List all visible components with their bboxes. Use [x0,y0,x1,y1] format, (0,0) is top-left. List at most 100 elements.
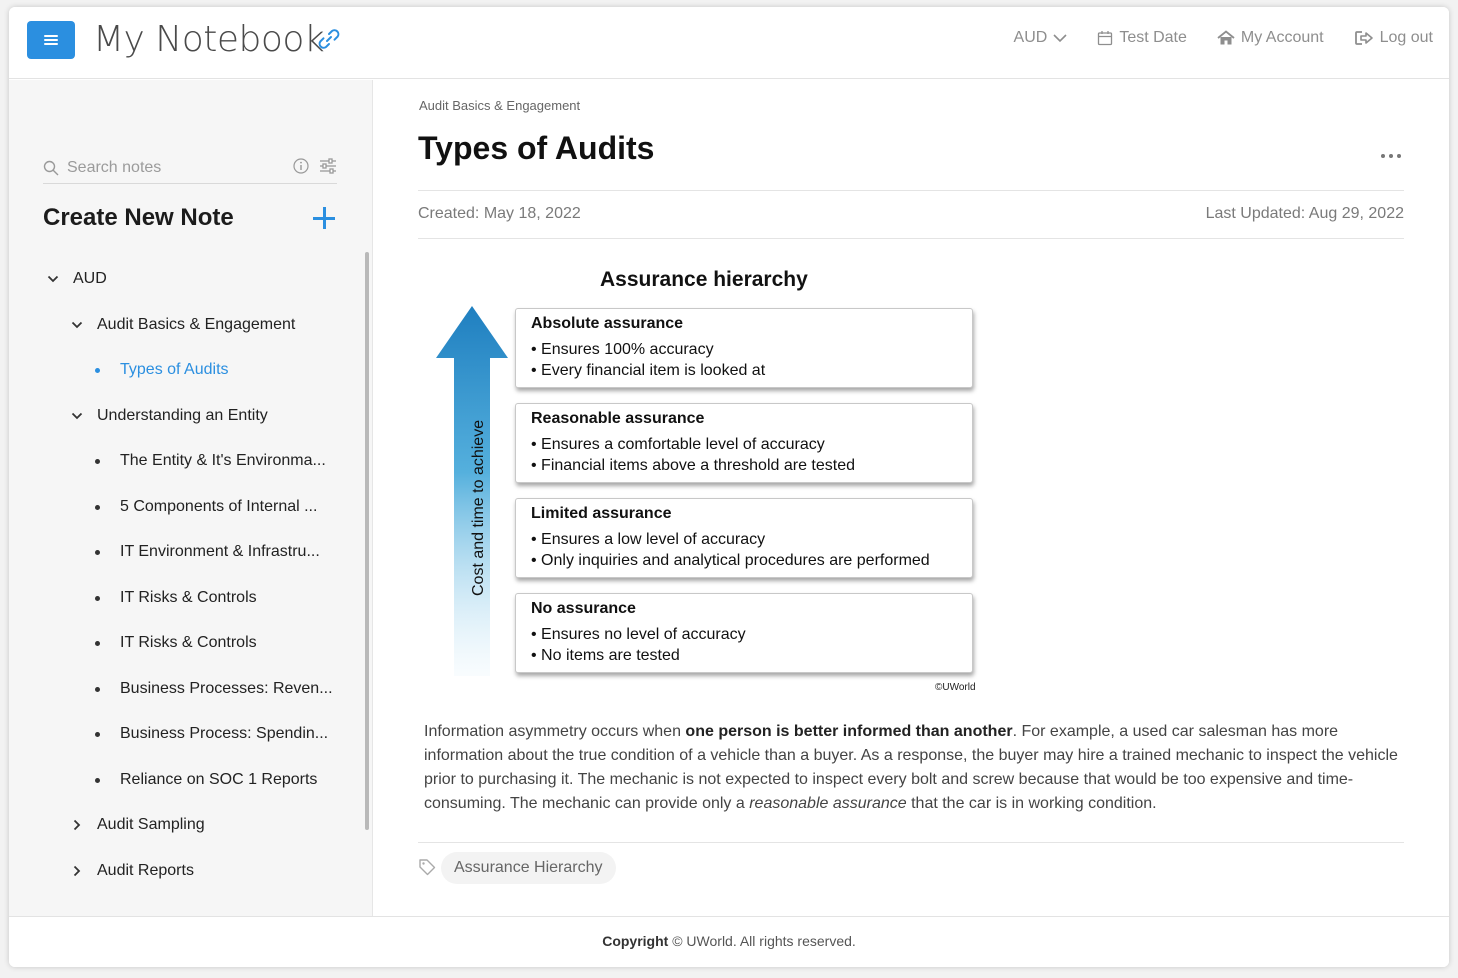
app-window: My Notebook AUD Test Date My Account Log… [9,7,1449,967]
box-title: Limited assurance [531,505,672,522]
assurance-box-none: No assurance • Ensures no level of accur… [515,593,973,673]
chevron-down-icon[interactable] [71,410,83,422]
tree-item[interactable]: IT Environment & Infrastru... [95,537,320,567]
filter-sliders-icon[interactable] [319,158,337,174]
tree-item-label: IT Risks & Controls [120,634,257,651]
chevron-right-icon[interactable] [71,819,83,831]
tree-item-label: 5 Components of Internal ... [120,498,318,515]
sidebar-scrollbar[interactable] [365,252,369,830]
tree-item[interactable]: Audit Reports [71,856,194,886]
create-note-plus-icon[interactable] [311,205,337,231]
tree-item[interactable]: The Entity & It's Environma... [95,446,326,476]
logout-icon [1354,31,1373,45]
box-title: Absolute assurance [531,315,684,332]
chevron-down-icon[interactable] [47,273,59,285]
home-icon [1217,30,1235,45]
chevron-down-icon [1053,34,1067,43]
tag-icon [419,859,436,876]
bullet-icon [95,686,100,692]
box-line: • No items are tested [531,647,680,664]
create-note-label: Create New Note [43,204,234,231]
last-updated-date: Last Updated: Aug 29, 2022 [1205,205,1404,222]
tree-item-label: Business Processes: Reven... [120,680,333,697]
bullet-icon [95,367,100,373]
box-line: • Financial items above a threshold are … [531,457,855,474]
section-dropdown-label: AUD [1013,29,1048,46]
search-input[interactable] [67,158,277,177]
bullet-icon [95,731,100,737]
header-nav: AUD Test Date My Account Log out [1014,29,1433,47]
logout-link[interactable]: Log out [1354,29,1433,47]
hamburger-icon [44,35,58,45]
body-text-1: Information asymmetry occurs when [424,723,686,740]
bullet-icon [95,777,100,783]
sidebar: Create New Note AUD Audit Basics & Engage… [9,80,373,916]
divider [418,238,1404,239]
tree-item[interactable]: Audit Basics & Engagement [71,310,295,340]
bullet-icon [95,595,100,601]
chevron-right-icon[interactable] [71,865,83,877]
breadcrumb[interactable]: Audit Basics & Engagement [419,98,580,113]
tree-item[interactable]: 5 Components of Internal ... [95,492,317,522]
box-line: • Every financial item is looked at [531,362,766,379]
logout-label: Log out [1379,29,1433,46]
section-dropdown[interactable]: AUD [1014,29,1068,47]
assurance-box-limited: Limited assurance • Ensures a low level … [515,498,973,578]
top-header: My Notebook AUD Test Date My Account Log… [9,7,1449,79]
note-body: Information asymmetry occurs when one pe… [424,720,1404,816]
bullet-icon [95,504,100,510]
tree-item[interactable]: Business Process: Spendin... [95,719,328,749]
body-italic-text: reasonable assurance [749,795,907,812]
assurance-diagram: Assurance hierarchy Cost and time to ach… [418,250,1038,700]
chevron-down-icon[interactable] [71,319,83,331]
test-date-label: Test Date [1119,29,1187,46]
box-line: • Ensures a comfortable level of accurac… [531,436,825,453]
note-panel: Audit Basics & Engagement Types of Audit… [373,80,1449,916]
tree-item-label: The Entity & It's Environma... [120,452,326,469]
create-note-row: Create New Note [43,204,337,232]
footer-copyright-bold: Copyright [602,933,669,949]
box-line: • Ensures a low level of accuracy [531,531,766,548]
my-account-label: My Account [1240,29,1324,46]
calendar-icon [1098,31,1113,46]
link-icon[interactable] [315,25,343,53]
diagram-copyright: ©UWorld [935,682,976,693]
tree-item[interactable]: Understanding an Entity [71,401,268,431]
tree-item[interactable]: Audit Sampling [71,810,205,840]
search-bar [43,152,337,184]
bullet-icon [95,640,100,646]
menu-toggle-button[interactable] [27,21,75,59]
tree-item[interactable]: Types of Audits [95,355,229,385]
footer-copyright-text: © UWorld. All rights reserved. [668,933,856,949]
divider [418,842,1404,843]
my-account-link[interactable]: My Account [1217,29,1324,47]
tree-item[interactable]: IT Risks & Controls [95,583,257,613]
tree-item[interactable]: Business Processes: Reven... [95,674,333,704]
box-line: • Only inquiries and analytical procedur… [531,552,930,569]
tree-item-label: Audit Sampling [97,816,205,833]
tag-chip[interactable]: Assurance Hierarchy [441,852,616,884]
tree-item-label: Audit Basics & Engagement [97,316,296,333]
body-text-3: that the car is in working condition. [906,795,1157,812]
assurance-box-reasonable: Reasonable assurance • Ensures a comfort… [515,403,973,483]
tree-item-label: IT Environment & Infrastru... [120,543,320,560]
tree-item-label: Audit Reports [97,862,194,879]
box-title: No assurance [531,600,636,617]
info-icon[interactable] [293,158,309,174]
tree-item-label: IT Risks & Controls [120,589,257,606]
tree-item[interactable]: Reliance on SOC 1 Reports [95,765,317,795]
app-title: My Notebook [93,19,325,60]
tree-item-label: Types of Audits [120,361,229,378]
divider [418,190,1404,191]
box-line: • Ensures no level of accuracy [531,626,746,643]
created-date: Created: May 18, 2022 [418,205,581,222]
more-options-icon[interactable] [1381,154,1401,158]
tree-item[interactable]: IT Risks & Controls [95,628,257,658]
test-date-link[interactable]: Test Date [1097,29,1187,47]
footer: Copyright © UWorld. All rights reserved. [9,916,1449,967]
tree-item-label: Understanding an Entity [97,407,268,424]
tree-item[interactable]: AUD [47,264,107,294]
tree-item-label: Business Process: Spendin... [120,725,329,742]
search-tools [293,158,337,174]
body-bold-text: one person is better informed than anoth… [685,723,1013,740]
